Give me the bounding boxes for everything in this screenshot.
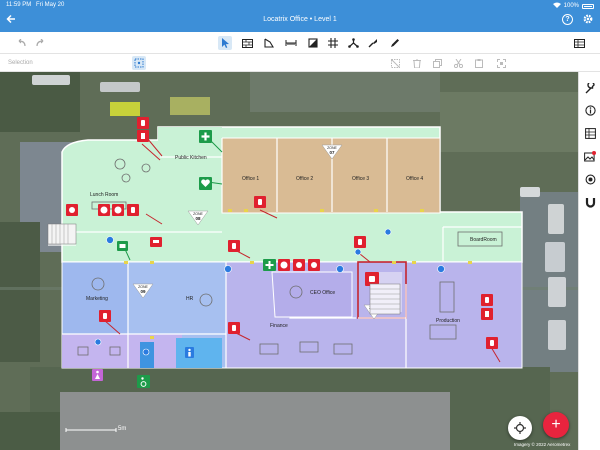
zone-08-number: 08: [195, 216, 201, 221]
right-tool-panel: [578, 72, 600, 450]
select-arrow-icon[interactable]: [218, 36, 232, 50]
room-label-boardroom: BoardRoom: [470, 237, 497, 243]
grid-icon[interactable]: [326, 36, 340, 50]
room-label-production: Production: [436, 318, 460, 324]
room-icon[interactable]: [262, 36, 276, 50]
location-pin-icon[interactable]: [437, 265, 445, 273]
image-icon[interactable]: [584, 150, 596, 162]
battery-percent: 100%: [563, 3, 579, 9]
network-icon[interactable]: [346, 36, 360, 50]
zone-07-number: 07: [329, 150, 335, 155]
page-title: Locatrix Office • Level 1: [263, 16, 337, 23]
room-label-office-4: Office 4: [406, 176, 423, 182]
wall-icon[interactable]: [240, 36, 254, 50]
location-pin-icon[interactable]: [354, 248, 362, 256]
dimension-icon[interactable]: [284, 36, 298, 50]
location-pin-icon[interactable]: [142, 348, 150, 356]
paste-icon[interactable]: [472, 56, 486, 70]
room-label-office-3: Office 3: [352, 176, 369, 182]
room-label-ceo-office: CEO Office: [310, 290, 335, 296]
crosshair-icon[interactable]: [508, 416, 532, 440]
room-label-finance: Finance: [270, 323, 288, 329]
room-label-office-2: Office 2: [296, 176, 313, 182]
zone-09-number: 09: [140, 289, 146, 294]
toolbar: [0, 32, 600, 54]
add-button[interactable]: +: [543, 412, 569, 438]
title-bar: Locatrix Office • Level 1 ?: [0, 10, 600, 32]
target-icon[interactable]: [584, 173, 596, 185]
location-pin-icon[interactable]: [106, 236, 114, 244]
room-label-lunch-room: Lunch Room: [90, 192, 118, 198]
status-time: 11:59 PM: [6, 2, 32, 8]
fit-icon[interactable]: [494, 56, 508, 70]
room-label-marketing: Marketing: [86, 296, 108, 302]
battery-icon: [582, 3, 594, 9]
room-label-public-kitchen: Public Kitchen: [175, 155, 207, 161]
undo-icon[interactable]: [14, 36, 28, 50]
marker-icon[interactable]: [366, 36, 380, 50]
door-icon[interactable]: [306, 36, 320, 50]
location-pin-icon[interactable]: [384, 228, 392, 236]
room-label-hr: HR: [186, 296, 194, 302]
delete-icon[interactable]: [410, 56, 424, 70]
info-icon[interactable]: [584, 104, 596, 116]
pen-icon[interactable]: [388, 36, 402, 50]
floor-plan-svg: Public Kitchen Office 1 Office 2 Office …: [0, 72, 578, 450]
list-icon[interactable]: [584, 127, 596, 139]
redo-icon[interactable]: [34, 36, 48, 50]
selection-label: Selection: [8, 60, 33, 66]
imagery-copyright: Imagery © 2022 Aerometrex: [514, 442, 571, 447]
status-right: 100%: [552, 2, 594, 10]
status-date: Fri May 20: [36, 2, 65, 8]
selection-bar: Selection: [0, 54, 600, 72]
floor-plan-map[interactable]: Public Kitchen Office 1 Office 2 Office …: [0, 72, 578, 450]
gear-icon[interactable]: [582, 13, 594, 28]
table-icon[interactable]: [572, 36, 586, 50]
select-area-icon[interactable]: [132, 56, 146, 70]
status-bar: 11:59 PM Fri May 20 100%: [0, 0, 600, 10]
help-icon[interactable]: ?: [562, 14, 573, 25]
wrench-icon[interactable]: [584, 82, 596, 94]
wifi-icon: [552, 2, 561, 10]
cut-icon[interactable]: [451, 56, 465, 70]
magnet-icon[interactable]: [584, 196, 596, 208]
location-pin-icon[interactable]: [224, 265, 232, 273]
location-pin-icon[interactable]: [94, 338, 102, 346]
location-pin-icon[interactable]: [336, 265, 344, 273]
scale-label: 5m: [118, 426, 127, 432]
copy-icon[interactable]: [430, 56, 444, 70]
room-label-office-1: Office 1: [242, 176, 259, 182]
deselect-icon[interactable]: [388, 56, 402, 70]
